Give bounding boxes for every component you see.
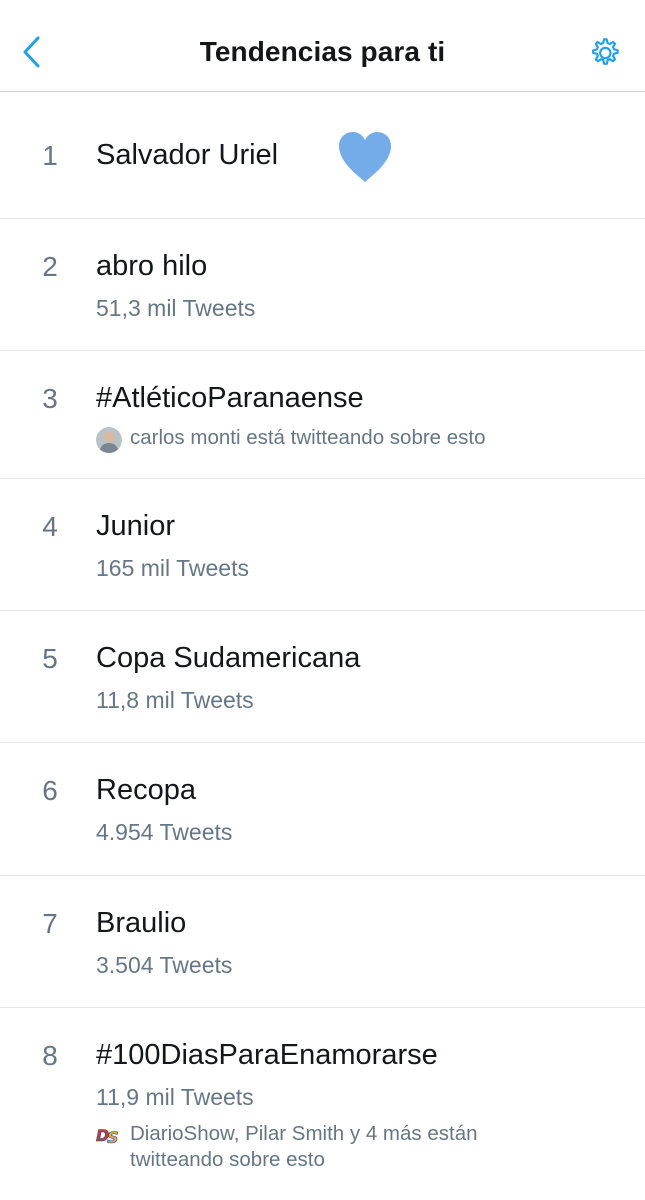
trend-rank: 1 — [42, 140, 58, 171]
trend-name: Braulio — [96, 907, 187, 939]
tweet-count: 165 mil Tweets — [96, 555, 249, 581]
trend-name: Salvador Uriel — [96, 139, 279, 171]
tweet-count: 4.954 Tweets — [96, 819, 233, 845]
social-context-text: DiarioShow, Pilar Smith y 4 más están — [130, 1122, 478, 1145]
social-context: D S DiarioShow, Pilar Smith y 4 más está… — [96, 1122, 596, 1178]
tweet-count: 11,8 mil Tweets — [96, 687, 254, 713]
trend-rank: 6 — [42, 775, 58, 806]
trend-name: Junior — [96, 510, 175, 542]
trend-item[interactable]: 5 Copa Sudamericana 11,8 mil Tweets — [0, 611, 645, 743]
trend-name: Recopa — [96, 774, 196, 806]
trend-item[interactable]: 7 Braulio 3.504 Tweets — [0, 876, 645, 1008]
tweet-count: 11,9 mil Tweets — [96, 1084, 254, 1110]
social-context-text: carlos monti está twitteando sobre esto — [130, 426, 486, 449]
top-nav-bar: Tendencias para ti — [0, 0, 645, 92]
trend-item[interactable]: 1 Salvador Uriel — [0, 92, 645, 219]
social-context: carlos monti está twitteando sobre esto — [96, 426, 566, 454]
trend-name: #100DiasParaEnamorarse — [96, 1039, 438, 1071]
trend-rank: 5 — [42, 643, 58, 674]
trend-item[interactable]: 2 abro hilo 51,3 mil Tweets — [0, 219, 645, 351]
settings-button[interactable] — [584, 33, 624, 73]
page-title: Tendencias para ti — [199, 36, 446, 67]
trend-item[interactable]: 3 #AtléticoParanaense carlos monti está … — [0, 351, 645, 479]
gear-icon — [592, 38, 619, 65]
trend-item[interactable]: 4 Junior 165 mil Tweets — [0, 479, 645, 611]
trend-name: Copa Sudamericana — [96, 642, 361, 674]
svg-text:S: S — [107, 1128, 119, 1146]
trend-rank: 4 — [42, 511, 58, 542]
trend-name: abro hilo — [96, 250, 208, 282]
trend-item[interactable]: 6 Recopa 4.954 Tweets — [0, 743, 645, 876]
tweet-count: 51,3 mil Tweets — [96, 295, 256, 321]
tweet-count: 3.504 Tweets — [96, 952, 233, 978]
blue-heart-icon — [339, 132, 391, 182]
trend-rank: 7 — [42, 908, 58, 939]
social-context-text: twitteando sobre esto — [130, 1148, 325, 1171]
trend-rank: 2 — [42, 251, 58, 282]
diarioshow-avatar: D S — [96, 1126, 119, 1146]
trend-rank: 8 — [42, 1040, 58, 1071]
trend-name: #AtléticoParanaense — [96, 382, 364, 414]
trend-rank: 3 — [42, 383, 58, 414]
avatar — [96, 427, 122, 453]
trend-item[interactable]: 8 #100DiasParaEnamorarse 11,9 mil Tweets… — [0, 1008, 645, 1200]
